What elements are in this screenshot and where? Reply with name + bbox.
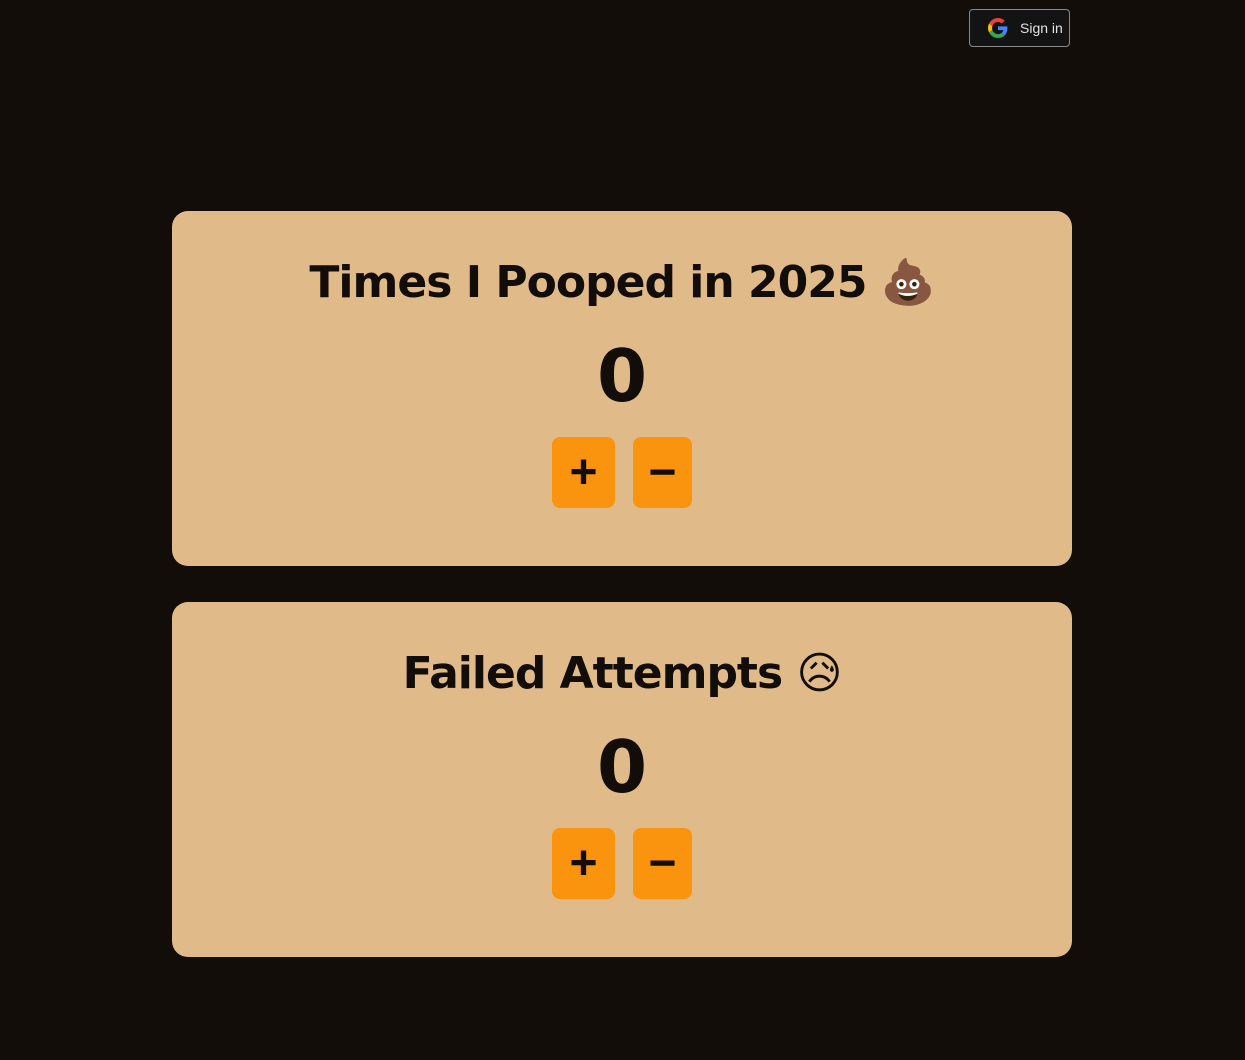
failed-attempts-card: Failed Attempts 😥 0 + − — [172, 602, 1072, 957]
increment-button[interactable]: + — [552, 437, 615, 508]
decrement-button[interactable]: − — [633, 828, 692, 899]
counter-title: Times I Pooped in 2025 💩 — [309, 257, 935, 308]
decrement-button[interactable]: − — [633, 437, 692, 508]
counter-title: Failed Attempts 😥 — [402, 648, 843, 699]
counter-value: 0 — [596, 725, 648, 809]
google-icon — [988, 18, 1008, 38]
sign-in-label: Sign in — [1020, 20, 1063, 36]
counter-value: 0 — [596, 334, 648, 418]
poop-counter-card: Times I Pooped in 2025 💩 0 + − — [172, 211, 1072, 566]
increment-button[interactable]: + — [552, 828, 615, 899]
google-sign-in-button[interactable]: Sign in — [969, 9, 1070, 47]
